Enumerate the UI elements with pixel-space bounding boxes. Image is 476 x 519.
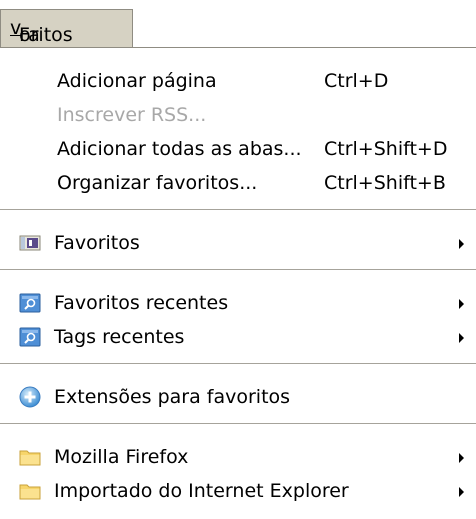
- submenu-arrow-icon: [459, 333, 464, 343]
- menu-title-suffix: oritos: [19, 24, 73, 46]
- menu-item-add-page[interactable]: Adicionar página Ctrl+D: [0, 64, 476, 98]
- menu-separator: [0, 363, 476, 365]
- menu-item-label: Organizar favoritos...: [57, 172, 258, 194]
- menu-item-recent-tags[interactable]: Tags recentes: [0, 320, 476, 354]
- folder-icon: [19, 480, 41, 502]
- menu-item-label: Inscrever RSS...: [57, 104, 207, 126]
- menu-separator: [0, 269, 476, 271]
- menu-item-shortcut: Ctrl+D: [324, 70, 389, 92]
- add-ons-icon: [19, 386, 41, 408]
- menu-item-imported-ie-folder[interactable]: Importado do Internet Explorer: [0, 474, 476, 508]
- menu-item-label: Favoritos recentes: [54, 292, 229, 314]
- submenu-arrow-icon: [459, 239, 464, 249]
- menu-item-label: Adicionar página: [57, 70, 217, 92]
- menu-item-bookmark-extensions[interactable]: Extensões para favoritos: [0, 380, 476, 414]
- submenu-arrow-icon: [459, 487, 464, 497]
- menu-item-mozilla-firefox-folder[interactable]: Mozilla Firefox: [0, 440, 476, 474]
- menu-separator: [0, 209, 476, 211]
- menu-item-recent-favorites[interactable]: Favoritos recentes: [0, 286, 476, 320]
- smart-folder-icon: [19, 292, 41, 314]
- bookmarks-toolbar-icon: [19, 232, 41, 254]
- favorites-menu-label: Fa v oritos: [10, 17, 73, 46]
- menubar: Fa v oritos: [0, 0, 476, 47]
- submenu-arrow-icon: [459, 299, 464, 309]
- smart-folder-icon: [19, 326, 41, 348]
- menu-item-label: Extensões para favoritos: [54, 386, 291, 408]
- menu-item-organize-favorites[interactable]: Organizar favoritos... Ctrl+Shift+B: [0, 166, 476, 200]
- menu-item-shortcut: Ctrl+Shift+B: [324, 172, 446, 194]
- menu-item-label: Favoritos: [54, 232, 140, 254]
- menu-item-label: Tags recentes: [54, 326, 185, 348]
- menu-item-label: Mozilla Firefox: [54, 446, 189, 468]
- favorites-dropdown-menu: Adicionar página Ctrl+D Inscrever RSS...…: [0, 47, 476, 519]
- menu-item-subscribe-rss: Inscrever RSS...: [0, 98, 476, 132]
- menu-item-favorites-toolbar[interactable]: Favoritos: [0, 226, 476, 260]
- menu-separator: [0, 423, 476, 425]
- favorites-menu-button[interactable]: Fa v oritos: [0, 9, 133, 47]
- menu-item-label: Adicionar todas as abas...: [57, 138, 302, 160]
- menu-item-label: Importado do Internet Explorer: [54, 480, 349, 502]
- menu-item-add-all-tabs[interactable]: Adicionar todas as abas... Ctrl+Shift+D: [0, 132, 476, 166]
- submenu-arrow-icon: [459, 453, 464, 463]
- folder-icon: [19, 446, 41, 468]
- menu-item-shortcut: Ctrl+Shift+D: [324, 138, 448, 160]
